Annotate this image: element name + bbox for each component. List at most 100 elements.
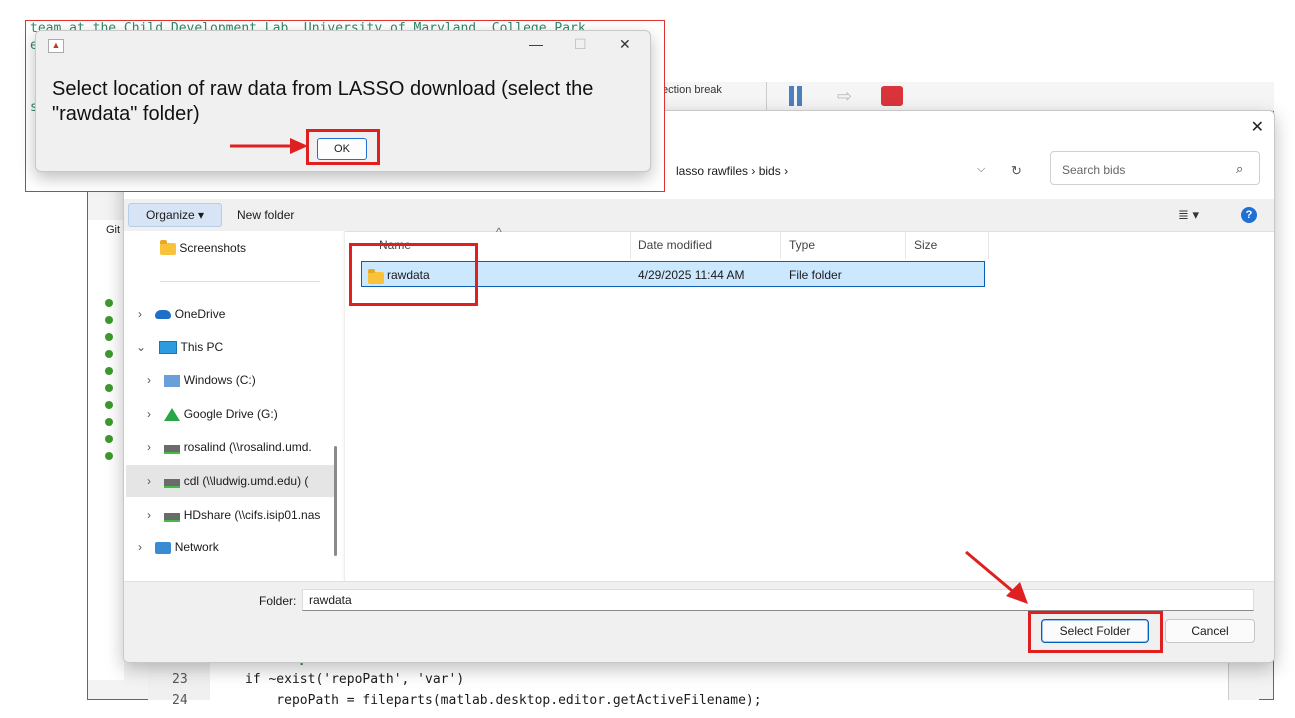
column-separator[interactable] <box>630 231 631 259</box>
column-header-size[interactable]: Size <box>914 238 937 252</box>
chevron-right-icon: › <box>784 164 789 178</box>
ok-highlight-box <box>306 129 380 165</box>
refresh-icon[interactable]: ↻ <box>1011 163 1022 179</box>
column-header-date[interactable]: Date modified <box>638 238 712 252</box>
nav-item-label: Windows (C:) <box>183 373 256 387</box>
nav-item-screenshots[interactable]: Screenshots <box>160 239 247 255</box>
nav-item-label: OneDrive <box>174 307 226 321</box>
network-drive-icon <box>164 479 181 489</box>
chevron-right-icon[interactable]: › <box>147 407 161 421</box>
arrow-to-select-folder-icon <box>965 550 1028 604</box>
file-type: File folder <box>789 268 842 282</box>
search-input[interactable]: Search bids <box>1062 163 1125 177</box>
network-drive-icon <box>164 445 181 455</box>
step-icon[interactable]: ⇨ <box>837 86 861 106</box>
breadcrumb[interactable]: lasso rawfiles › bids › <box>676 164 788 178</box>
sort-ascending-icon: ^ <box>496 225 502 239</box>
nav-item-this-pc[interactable]: ⌄ This PC <box>136 340 224 355</box>
chevron-down-icon[interactable]: ⌄ <box>136 340 156 354</box>
chevron-right-icon: › <box>751 164 759 178</box>
command-bar <box>124 199 1274 232</box>
git-status-column <box>88 220 124 680</box>
breadcrumb-item[interactable]: lasso rawfiles <box>676 164 748 178</box>
column-separator[interactable] <box>905 231 906 259</box>
git-status-dot <box>105 333 113 341</box>
folder-label: Folder: <box>259 594 297 608</box>
nav-item-label: Screenshots <box>179 241 247 255</box>
stop-icon[interactable] <box>881 86 903 106</box>
select-folder-highlight-box <box>1028 611 1163 653</box>
computer-icon <box>159 341 178 355</box>
file-date: 4/29/2025 11:44 AM <box>638 268 745 282</box>
arrow-to-ok-icon <box>230 138 308 154</box>
nav-item-label: HDshare (\\cifs.isip01.nas <box>183 508 321 522</box>
close-icon[interactable]: ✕ <box>1251 117 1264 137</box>
organize-button[interactable]: Organize ▾ <box>128 203 222 227</box>
matlab-icon: ▲ <box>48 39 64 53</box>
chevron-right-icon[interactable]: › <box>147 474 161 488</box>
cancel-button[interactable]: Cancel <box>1165 619 1255 643</box>
nav-item-rosalind[interactable]: › rosalind (\\rosalind.umd. <box>147 440 312 455</box>
nav-item-network[interactable]: › Network <box>138 540 219 554</box>
chevron-right-icon[interactable]: › <box>138 540 152 554</box>
new-folder-button[interactable]: New folder <box>237 208 294 222</box>
nav-item-hdshare[interactable]: › HDshare (\\cifs.isip01.nas <box>147 508 321 523</box>
select-folder-dialog: ✕ lasso rawfiles › bids › ⌵ ↻ Search bid… <box>123 110 1275 663</box>
pane-splitter[interactable] <box>342 231 345 581</box>
google-drive-icon <box>164 408 181 422</box>
git-column-label: Git <box>106 224 121 236</box>
git-status-dot <box>105 452 113 460</box>
chevron-right-icon[interactable]: › <box>138 307 152 321</box>
code-line[interactable]: if ~exist('repoPath', 'var') <box>245 672 464 687</box>
nav-scrollbar[interactable] <box>334 446 337 556</box>
folder-name-input[interactable]: rawdata <box>302 589 1254 611</box>
column-separator[interactable] <box>780 231 781 259</box>
section-break-label[interactable]: ection break <box>662 84 722 96</box>
close-icon[interactable]: ✕ <box>619 36 631 53</box>
folder-icon <box>160 239 176 255</box>
git-status-dot <box>105 384 113 392</box>
message-text: Select location of raw data from LASSO d… <box>52 78 594 125</box>
git-status-dot <box>105 401 113 409</box>
line-number: 24 <box>172 693 188 708</box>
view-options-icon[interactable]: ≣ ▾ <box>1178 207 1199 223</box>
nav-divider <box>160 281 320 282</box>
git-status-dot <box>105 367 113 375</box>
column-header-type[interactable]: Type <box>789 238 815 252</box>
maximize-icon[interactable]: ☐ <box>574 36 587 53</box>
drive-icon <box>164 374 181 387</box>
chevron-right-icon[interactable]: › <box>147 508 161 522</box>
nav-item-label: cdl (\\ludwig.umd.edu) ( <box>183 474 309 488</box>
git-status-dot <box>105 435 113 443</box>
nav-item-label: This PC <box>180 340 224 354</box>
nav-item-cdl[interactable]: › cdl (\\ludwig.umd.edu) ( <box>147 474 309 489</box>
pause-bar-left <box>789 86 794 106</box>
minimize-icon[interactable]: — <box>529 36 543 52</box>
git-status-dot <box>105 418 113 426</box>
git-status-dot <box>105 350 113 358</box>
search-icon[interactable]: ⌕ <box>1236 161 1243 177</box>
navigation-pane <box>124 231 342 581</box>
chevron-right-icon[interactable]: › <box>147 373 161 387</box>
chevron-right-icon[interactable]: › <box>147 440 161 454</box>
onedrive-icon <box>155 310 172 320</box>
column-separator[interactable] <box>988 231 989 259</box>
code-line[interactable]: repoPath = fileparts(matlab.desktop.edit… <box>245 693 761 708</box>
pause-bar-right <box>797 86 802 106</box>
nav-item-google-drive[interactable]: › Google Drive (G:) <box>147 407 278 422</box>
chevron-down-icon[interactable]: ⌵ <box>977 163 985 176</box>
nav-item-onedrive[interactable]: › OneDrive <box>138 307 225 321</box>
help-icon[interactable]: ? <box>1241 207 1257 223</box>
line-number: 23 <box>172 672 188 687</box>
git-status-dot <box>105 299 113 307</box>
pause-icon[interactable] <box>787 86 805 106</box>
rawdata-highlight-box <box>349 243 478 306</box>
network-drive-icon <box>164 513 181 523</box>
git-status-dot <box>105 316 113 324</box>
nav-item-windows-c[interactable]: › Windows (C:) <box>147 373 256 387</box>
nav-item-label: rosalind (\\rosalind.umd. <box>183 440 312 454</box>
editor-toolbar <box>660 82 1274 111</box>
network-icon <box>155 541 172 554</box>
breadcrumb-item[interactable]: bids <box>759 164 781 178</box>
nav-item-label: Google Drive (G:) <box>183 407 278 421</box>
